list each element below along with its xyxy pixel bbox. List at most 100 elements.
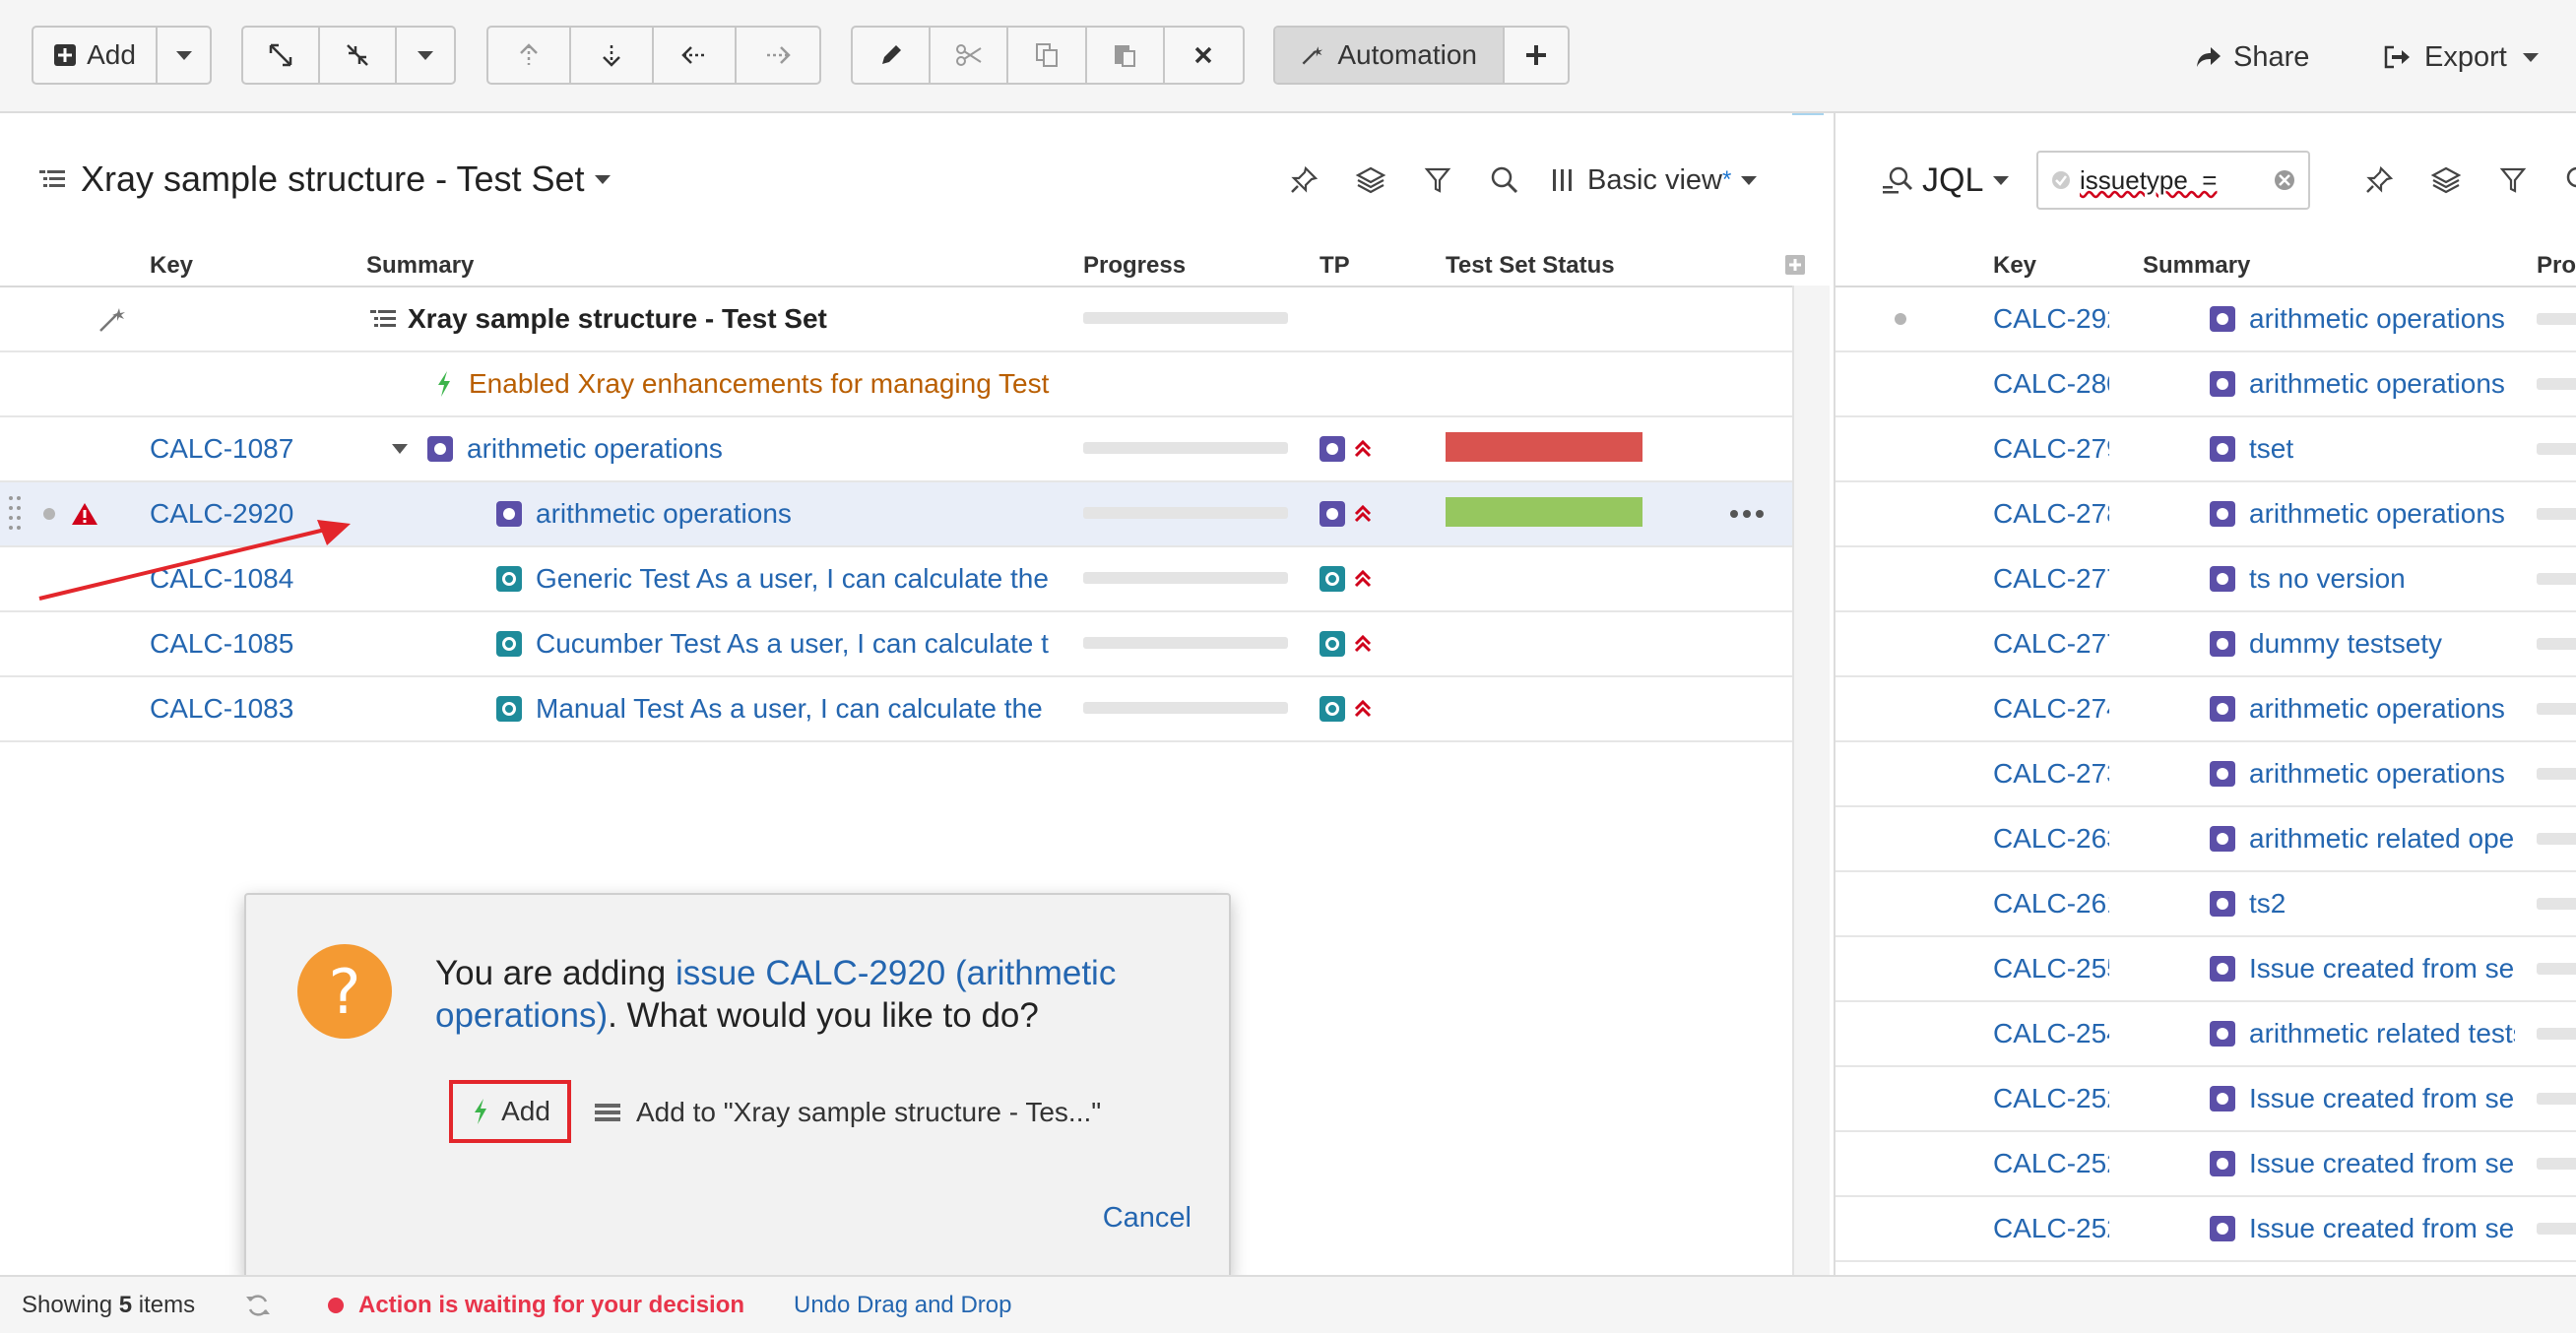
row-summary-text[interactable]: Cucumber Test As a user, I can calculate… bbox=[536, 628, 1049, 660]
row-summary-text[interactable]: Manual Test As a user, I can calculate t… bbox=[536, 693, 1043, 725]
structure-scrollbar[interactable] bbox=[1792, 286, 1830, 1275]
copy-button[interactable] bbox=[1008, 28, 1087, 83]
row-summary-text[interactable]: arithmetic operations bbox=[2249, 303, 2505, 335]
list-item[interactable]: CALC-2630 arithmetic related operations bbox=[1835, 807, 2576, 872]
row-summary-text[interactable]: arithmetic operations bbox=[536, 498, 792, 530]
issue-key-link[interactable]: CALC-2630 bbox=[1993, 807, 2109, 870]
row-summary-text[interactable]: arithmetic operations bbox=[467, 433, 723, 465]
expand-button[interactable] bbox=[243, 28, 320, 83]
list-item[interactable]: CALC-2540 arithmetic related tests bbox=[1835, 1002, 2576, 1067]
column-header-tp[interactable]: TP bbox=[1320, 252, 1350, 280]
table-row[interactable]: CALC-1087 arithmetic operations bbox=[0, 417, 1792, 482]
list-item[interactable]: CALC-2740 arithmetic operations bbox=[1835, 677, 2576, 742]
cut-button[interactable] bbox=[931, 28, 1009, 83]
search-button[interactable] bbox=[2558, 160, 2576, 200]
add-dropdown-button[interactable] bbox=[158, 28, 210, 83]
layers-button[interactable] bbox=[1349, 160, 1392, 200]
undo-drag-drop-link[interactable]: Undo Drag and Drop bbox=[794, 1277, 1011, 1333]
layers-button[interactable] bbox=[2424, 160, 2468, 200]
filter-button[interactable] bbox=[2491, 160, 2535, 200]
add-button[interactable]: Add bbox=[33, 28, 158, 83]
list-item[interactable]: CALC-2520 Issue created from search bbox=[1835, 1067, 2576, 1132]
move-right-button[interactable] bbox=[737, 28, 819, 83]
row-summary-text[interactable]: Issue created from search bbox=[2249, 1083, 2515, 1114]
add-column-button[interactable] bbox=[1784, 252, 1806, 283]
pin-button[interactable] bbox=[2357, 160, 2401, 200]
column-header-progress[interactable]: Progress bbox=[1083, 252, 1186, 280]
search-button[interactable] bbox=[1483, 160, 1526, 200]
issue-key-link[interactable]: CALC-2800 bbox=[1993, 352, 2109, 415]
issue-key-link[interactable]: CALC-2771 bbox=[1993, 612, 2109, 675]
issue-key-link[interactable]: CALC-2780 bbox=[1993, 482, 2109, 545]
row-summary-text[interactable]: Issue created from search bbox=[2249, 953, 2515, 984]
issue-key-link[interactable]: CALC-2921 bbox=[1993, 287, 2109, 350]
list-item[interactable]: CALC-2771 dummy testsety bbox=[1835, 612, 2576, 677]
move-left-button[interactable] bbox=[654, 28, 737, 83]
issue-key-link[interactable]: CALC-2740 bbox=[1993, 677, 2109, 740]
view-selector[interactable]: Basic view * bbox=[1550, 164, 1758, 197]
row-summary-text[interactable]: Generic Test As a user, I can calculate … bbox=[536, 563, 1049, 595]
row-summary-text[interactable]: arithmetic operations bbox=[2249, 758, 2505, 790]
jql-query-input[interactable]: issuetype = bbox=[2036, 151, 2310, 210]
add-option-button[interactable]: Add bbox=[449, 1080, 571, 1143]
list-item[interactable]: CALC-2780 arithmetic operations bbox=[1835, 482, 2576, 547]
issue-key-link[interactable]: CALC-2790 bbox=[1993, 417, 2109, 480]
row-summary-text[interactable]: ts2 bbox=[2249, 888, 2286, 920]
row-summary-text[interactable]: arithmetic related operations bbox=[2249, 823, 2515, 855]
issue-key-link[interactable]: CALC-2521 bbox=[1993, 1132, 2109, 1195]
table-row[interactable]: CALC-1083 Manual Test As a user, I can c… bbox=[0, 677, 1792, 742]
issue-key-link[interactable]: CALC-1083 bbox=[150, 693, 293, 725]
expand-dropdown-button[interactable] bbox=[397, 28, 454, 83]
export-button[interactable]: Export bbox=[2383, 30, 2539, 85]
issue-key-link[interactable]: CALC-2770 bbox=[1993, 547, 2109, 610]
issue-key-link[interactable]: CALC-2730 bbox=[1993, 742, 2109, 805]
column-header-summary[interactable]: Summary bbox=[2143, 252, 2250, 280]
add-automation-button[interactable] bbox=[1505, 28, 1568, 83]
edit-button[interactable] bbox=[853, 28, 932, 83]
row-key[interactable]: CALC-1087 bbox=[150, 417, 293, 480]
table-row[interactable]: CALC-1085 Cucumber Test As a user, I can… bbox=[0, 612, 1792, 677]
row-summary-text[interactable]: arithmetic operations bbox=[2249, 693, 2505, 725]
row-summary-text[interactable]: dummy testsety bbox=[2249, 628, 2442, 660]
column-header-progress[interactable]: Pro bbox=[2537, 252, 2576, 280]
column-header-key[interactable]: Key bbox=[1993, 252, 2036, 280]
column-header-key[interactable]: Key bbox=[150, 252, 193, 280]
row-summary-text[interactable]: Issue created from search bbox=[2249, 1213, 2515, 1244]
row-actions-button[interactable] bbox=[1729, 482, 1765, 545]
list-item[interactable]: CALC-2770 ts no version bbox=[1835, 547, 2576, 612]
filter-button[interactable] bbox=[1416, 160, 1459, 200]
row-summary-text[interactable]: arithmetic operations bbox=[2249, 368, 2505, 400]
row-summary-text[interactable]: arithmetic operations bbox=[2249, 498, 2505, 530]
row-summary-text[interactable]: Enabled Xray enhancements for managing T… bbox=[469, 368, 1049, 400]
issue-key-link[interactable]: CALC-2522 bbox=[1993, 1197, 2109, 1260]
cancel-button[interactable]: Cancel bbox=[1103, 1202, 1191, 1235]
search-mode-dropdown[interactable]: JQL bbox=[1881, 159, 2010, 202]
column-header-summary[interactable]: Summary bbox=[366, 252, 474, 280]
issue-key-link[interactable]: CALC-2550 bbox=[1993, 937, 2109, 1000]
table-row[interactable]: Xray sample structure - Test Set bbox=[0, 287, 1792, 352]
refresh-button[interactable] bbox=[244, 1277, 272, 1333]
clear-icon[interactable] bbox=[2273, 168, 2296, 192]
row-key[interactable]: CALC-1085 bbox=[150, 612, 293, 675]
row-summary-text[interactable]: tset bbox=[2249, 433, 2293, 465]
list-item[interactable]: CALC-2921 arithmetic operations bbox=[1835, 287, 2576, 352]
row-summary-text[interactable]: arithmetic related tests bbox=[2249, 1018, 2515, 1049]
list-item[interactable]: CALC-2730 arithmetic operations bbox=[1835, 742, 2576, 807]
list-item[interactable]: CALC-2800 arithmetic operations bbox=[1835, 352, 2576, 417]
issue-key-link[interactable]: CALC-2540 bbox=[1993, 1002, 2109, 1065]
add-to-structure-button[interactable]: Add to "Xray sample structure - Tes..." bbox=[593, 1088, 1101, 1137]
list-item[interactable]: CALC-2521 Issue created from search bbox=[1835, 1132, 2576, 1197]
list-item[interactable]: CALC-2790 tset bbox=[1835, 417, 2576, 482]
column-header-test-set-status[interactable]: Test Set Status bbox=[1446, 252, 1615, 280]
list-item[interactable]: CALC-2610 ts2 bbox=[1835, 872, 2576, 937]
move-up-button[interactable] bbox=[488, 28, 571, 83]
move-down-button[interactable] bbox=[571, 28, 654, 83]
list-item[interactable]: CALC-2550 Issue created from search bbox=[1835, 937, 2576, 1002]
row-summary-text[interactable]: Issue created from search bbox=[2249, 1148, 2515, 1179]
automation-button[interactable]: Automation bbox=[1275, 28, 1505, 83]
issue-key-link[interactable]: CALC-1087 bbox=[150, 433, 293, 465]
table-row[interactable]: Enabled Xray enhancements for managing T… bbox=[0, 352, 1792, 417]
jql-query-text[interactable]: issuetype = bbox=[2080, 165, 2217, 196]
issue-key-link[interactable]: CALC-1085 bbox=[150, 628, 293, 660]
collapse-toggle-icon[interactable] bbox=[392, 444, 408, 454]
